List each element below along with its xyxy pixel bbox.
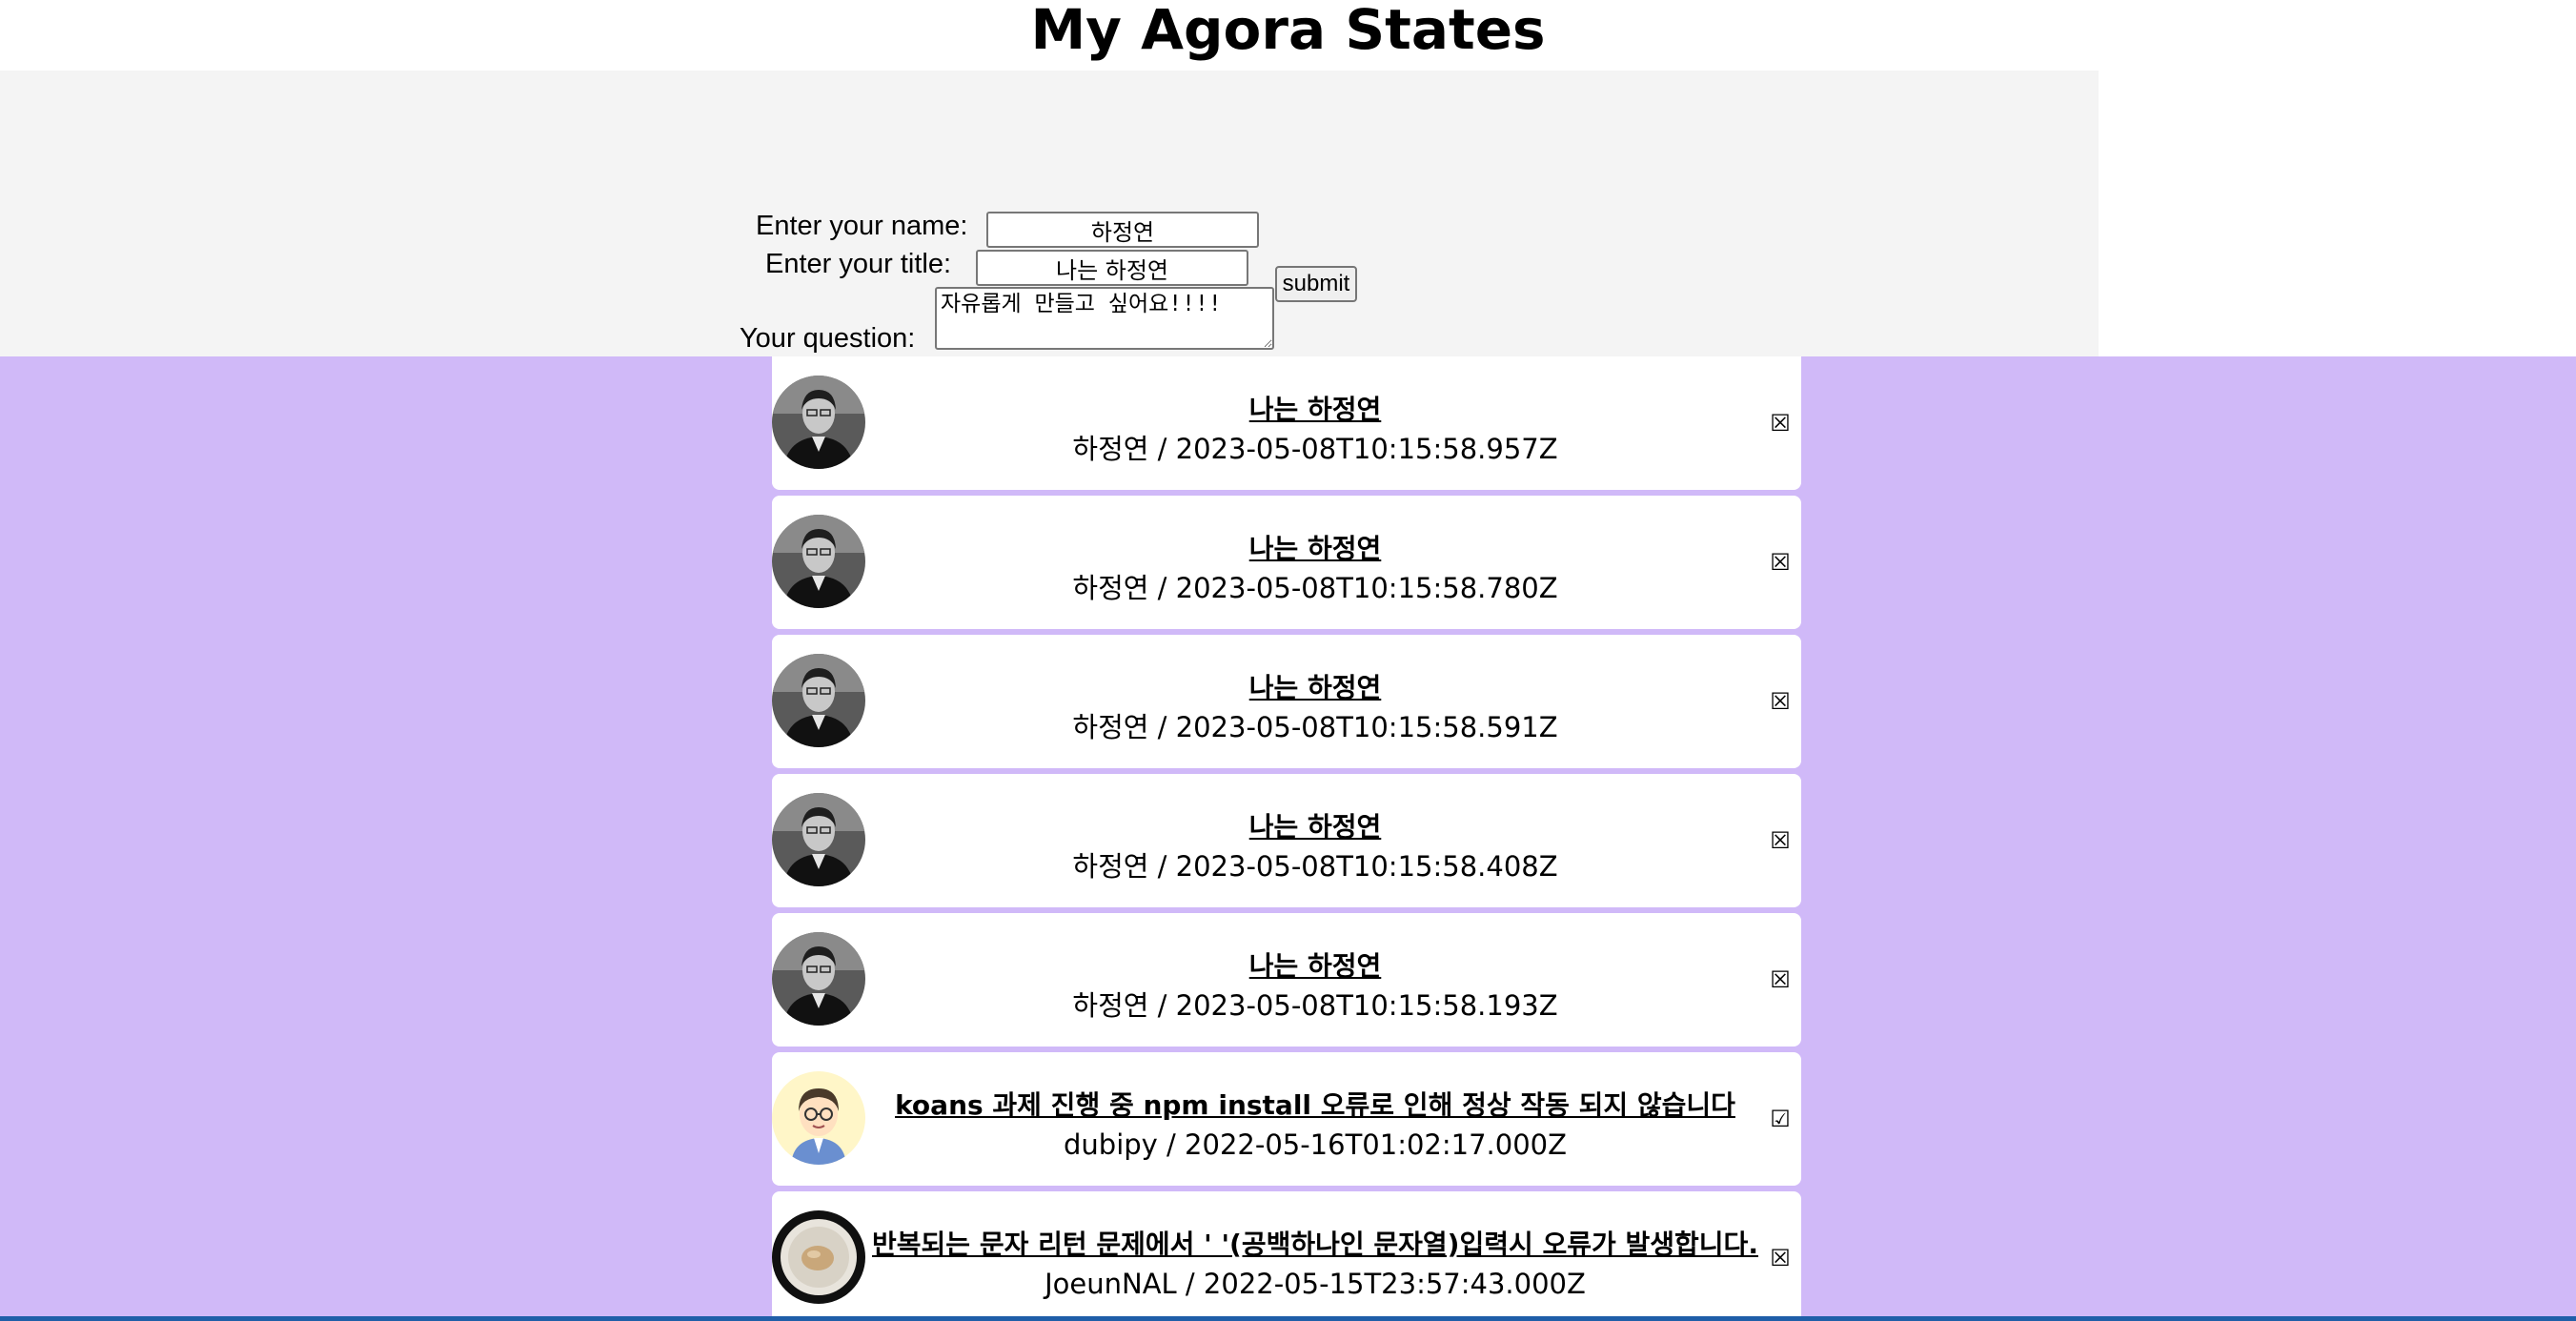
discussion-item: 나는 하정연 하정연 / 2023-05-08T10:15:58.193Z ☒ (772, 913, 1801, 1047)
unanswered-checkbox-icon: ☒ (1770, 827, 1791, 854)
discussion-info: 하정연 / 2023-05-08T10:15:58.591Z (1072, 711, 1558, 743)
discussion-content: 나는 하정연 하정연 / 2023-05-08T10:15:58.591Z (867, 669, 1763, 747)
discussion-item: 나는 하정연 하정연 / 2023-05-08T10:15:58.591Z ☒ (772, 635, 1801, 768)
question-label: Your question: (740, 323, 916, 354)
discussion-item: 반복되는 문자 리턴 문제에서 ' '(공백하나인 문자열)입력시 오류가 발생… (772, 1191, 1801, 1321)
discussion-title-link[interactable]: 반복되는 문자 리턴 문제에서 ' '(공백하나인 문자열)입력시 오류가 발생… (867, 1226, 1763, 1264)
discussion-info: 하정연 / 2023-05-08T10:15:58.408Z (1072, 850, 1558, 883)
discussion-item: 나는 하정연 하정연 / 2023-05-08T10:15:58.957Z ☒ (772, 356, 1801, 490)
discussion-title-link[interactable]: 나는 하정연 (867, 391, 1763, 429)
answered-checkbox-icon: ☑ (1770, 1106, 1791, 1132)
man-photo-avatar-icon (772, 654, 865, 747)
discussion-item: 나는 하정연 하정연 / 2023-05-08T10:15:58.780Z ☒ (772, 496, 1801, 629)
discussion-title-link[interactable]: 나는 하정연 (867, 669, 1763, 707)
man-photo-avatar-icon (772, 793, 865, 886)
discussion-title-link[interactable]: 나는 하정연 (867, 530, 1763, 568)
discussion-content: 반복되는 문자 리턴 문제에서 ' '(공백하나인 문자열)입력시 오류가 발생… (867, 1226, 1763, 1304)
discussion-info: 하정연 / 2023-05-08T10:15:58.780Z (1072, 572, 1558, 604)
name-input[interactable] (986, 212, 1259, 248)
discussion-content: koans 과제 진행 중 npm install 오류로 인해 정상 작동 되… (867, 1087, 1763, 1165)
unanswered-checkbox-icon: ☒ (1770, 966, 1791, 993)
man-photo-avatar-icon (772, 932, 865, 1026)
discussion-title-link[interactable]: 나는 하정연 (867, 947, 1763, 986)
discussion-title-link[interactable]: koans 과제 진행 중 npm install 오류로 인해 정상 작동 되… (867, 1087, 1763, 1125)
discussion-title-link[interactable]: 나는 하정연 (867, 808, 1763, 846)
discussion-content: 나는 하정연 하정연 / 2023-05-08T10:15:58.193Z (867, 947, 1763, 1026)
plate-food-avatar-icon (772, 1210, 865, 1304)
page-title: My Agora States (1030, 0, 1546, 62)
window-bottom-edge (0, 1316, 2576, 1321)
discussion-content: 나는 하정연 하정연 / 2023-05-08T10:15:58.780Z (867, 530, 1763, 608)
unanswered-checkbox-icon: ☒ (1770, 1245, 1791, 1271)
unanswered-checkbox-icon: ☒ (1770, 688, 1791, 715)
discussion-content: 나는 하정연 하정연 / 2023-05-08T10:15:58.957Z (867, 391, 1763, 469)
discussion-list: 나는 하정연 하정연 / 2023-05-08T10:15:58.957Z ☒ … (772, 356, 1801, 1321)
unanswered-checkbox-icon: ☒ (1770, 410, 1791, 437)
question-form: Enter your name: Enter your title: Your … (0, 71, 2099, 356)
discussion-item: 나는 하정연 하정연 / 2023-05-08T10:15:58.408Z ☒ (772, 774, 1801, 907)
cartoon-man-avatar-icon (772, 1071, 865, 1165)
discussion-info: JoeunNAL / 2022-05-15T23:57:43.000Z (1045, 1268, 1586, 1300)
man-photo-avatar-icon (772, 376, 865, 469)
unanswered-checkbox-icon: ☒ (1770, 549, 1791, 576)
submit-button[interactable]: submit (1275, 266, 1357, 302)
discussion-content: 나는 하정연 하정연 / 2023-05-08T10:15:58.408Z (867, 808, 1763, 886)
name-label: Enter your name: (756, 211, 968, 241)
question-textarea[interactable]: 자유롭게 만들고 싶어요!!!! (935, 287, 1274, 350)
title-label: Enter your title: (765, 249, 952, 279)
discussion-info: 하정연 / 2023-05-08T10:15:58.957Z (1072, 433, 1558, 465)
man-photo-avatar-icon (772, 515, 865, 608)
discussion-item: koans 과제 진행 중 npm install 오류로 인해 정상 작동 되… (772, 1052, 1801, 1186)
title-input[interactable] (976, 250, 1248, 286)
discussion-info: dubipy / 2022-05-16T01:02:17.000Z (1064, 1128, 1567, 1161)
discussion-info: 하정연 / 2023-05-08T10:15:58.193Z (1072, 989, 1558, 1022)
